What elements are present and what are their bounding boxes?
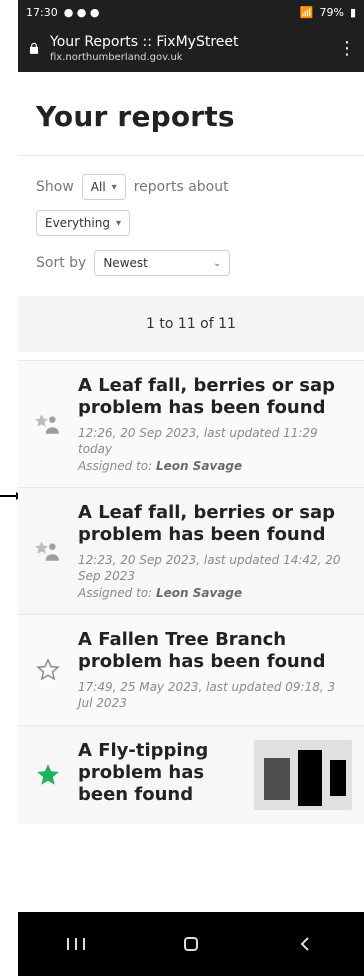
report-meta: 17:49, 25 May 2023, last updated 09:18, …: [78, 680, 336, 710]
reports-about-label: reports about: [133, 179, 229, 195]
back-icon[interactable]: [276, 924, 336, 964]
show-row: Show All ▾ reports about: [36, 174, 346, 200]
sort-select[interactable]: Newest ⌄: [94, 250, 231, 276]
kebab-menu-icon[interactable]: ⋮: [338, 36, 356, 60]
signal-icons: 📶: [299, 5, 314, 19]
report-item[interactable]: A Fly-tipping problem has been found: [18, 725, 364, 824]
chevron-down-icon: ⌄: [212, 257, 222, 269]
show-select[interactable]: All ▾: [81, 174, 126, 200]
report-title[interactable]: A Leaf fall, berries or sap problem has …: [78, 502, 352, 546]
status-time: 17:30: [26, 5, 58, 19]
report-item[interactable]: A Fallen Tree Branch problem has been fo…: [18, 614, 364, 725]
star-outline-icon: [18, 629, 78, 711]
browser-title: Your Reports :: FixMyStreet: [50, 33, 239, 50]
phone-frame: 17:30 ● ● ● 📶 79% ▮ Your Reports :: FixM…: [18, 0, 364, 976]
battery-percent: 79%: [319, 5, 344, 19]
report-title[interactable]: A Leaf fall, berries or sap problem has …: [78, 375, 352, 419]
chevron-down-icon: ▾: [111, 181, 117, 193]
category-value: Everything: [45, 216, 110, 230]
android-nav-bar: [18, 912, 364, 976]
chevron-down-icon: ▾: [115, 217, 121, 229]
assignee-name: Leon Savage: [156, 459, 243, 473]
browser-header: Your Reports :: FixMyStreet fix.northumb…: [18, 24, 364, 72]
star-filled-icon: [18, 740, 78, 810]
report-thumbnail[interactable]: [254, 740, 352, 810]
report-assigned: Assigned to: Leon Savage: [78, 459, 243, 473]
report-meta: 12:26, 20 Sep 2023, last updated 11:29 t…: [78, 426, 318, 456]
sort-row: Sort by Newest ⌄: [36, 250, 346, 276]
page-title: Your reports: [36, 100, 235, 133]
lock-icon: [26, 40, 42, 56]
person-star-icon: [18, 502, 78, 600]
notification-icons: ● ● ●: [63, 5, 100, 19]
category-select[interactable]: Everything ▾: [36, 210, 130, 236]
browser-url: fix.northumberland.gov.uk: [50, 51, 183, 63]
report-title[interactable]: A Fallen Tree Branch problem has been fo…: [78, 629, 352, 673]
report-assigned: Assigned to: Leon Savage: [78, 586, 243, 600]
reports-list: A Leaf fall, berries or sap problem has …: [18, 360, 364, 824]
filters: Show All ▾ reports about Everything ▾ So…: [18, 156, 364, 276]
results-summary: 1 to 11 of 11: [18, 296, 364, 352]
home-icon[interactable]: [161, 924, 221, 964]
report-item[interactable]: A Leaf fall, berries or sap problem has …: [18, 360, 364, 487]
category-row: Everything ▾: [36, 210, 346, 236]
battery-icon: ▮: [349, 5, 356, 19]
show-value: All: [90, 180, 106, 194]
page-content: Your reports Show All ▾ reports about Ev…: [18, 72, 364, 912]
status-bar: 17:30 ● ● ● 📶 79% ▮: [18, 0, 364, 24]
report-item[interactable]: A Leaf fall, berries or sap problem has …: [18, 487, 364, 614]
assignee-name: Leon Savage: [156, 586, 243, 600]
recent-apps-icon[interactable]: [46, 924, 106, 964]
show-label: Show: [36, 179, 74, 195]
sort-label: Sort by: [36, 255, 87, 271]
report-meta: 12:23, 20 Sep 2023, last updated 14:42, …: [78, 553, 341, 583]
person-star-icon: [18, 375, 78, 473]
sort-value: Newest: [103, 256, 148, 270]
report-title[interactable]: A Fly-tipping problem has been found: [78, 740, 244, 806]
